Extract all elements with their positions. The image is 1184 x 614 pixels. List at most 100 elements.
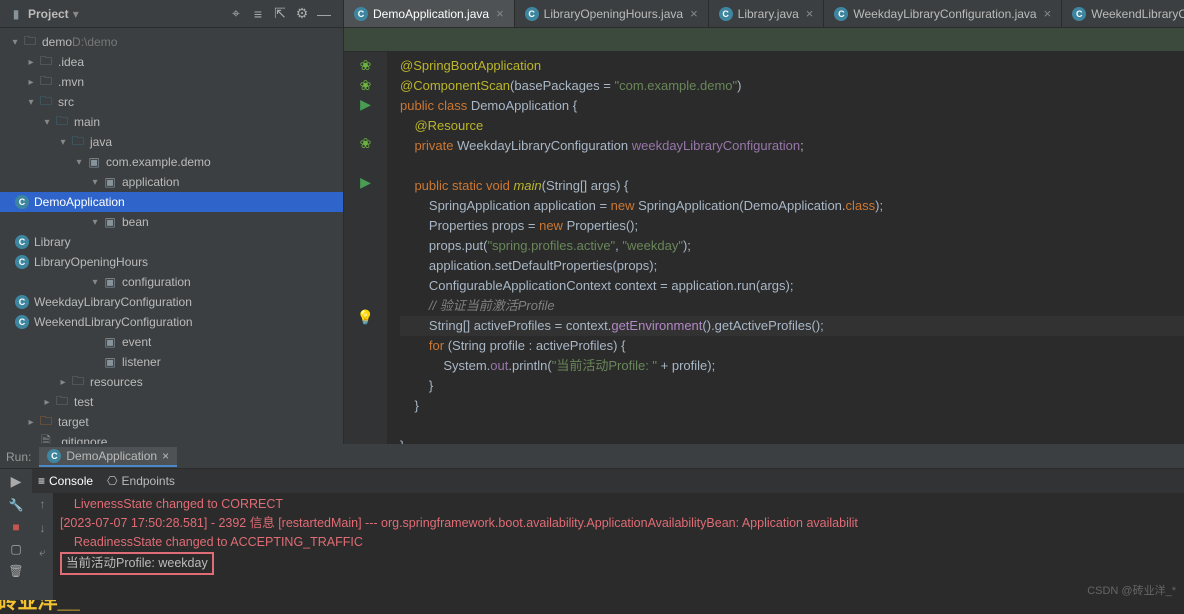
tree-item[interactable]: ▣listener	[0, 352, 343, 372]
tab-icon: ≡	[38, 474, 45, 488]
code-editor[interactable]: @SpringBootApplication@ComponentScan(bas…	[388, 52, 1184, 444]
run-config-tab[interactable]: C DemoApplication ×	[39, 447, 177, 467]
code-line[interactable]: }	[400, 376, 1184, 396]
code-line[interactable]: @Resource	[400, 116, 1184, 136]
editor-tabs[interactable]: CDemoApplication.java×CLibraryOpeningHou…	[344, 0, 1184, 28]
project-tree[interactable]: ▾🗀demo D:\demo▸🗀.idea▸🗀.mvn▾🗀src▾🗀main▾🗀…	[0, 28, 343, 444]
close-icon[interactable]: ×	[162, 449, 169, 463]
close-icon[interactable]: ×	[496, 6, 504, 21]
code-line[interactable]: ConfigurableApplicationContext context =…	[400, 276, 1184, 296]
tree-item[interactable]: ▸🗀.idea	[0, 52, 343, 72]
folder-icon: 🗀	[22, 34, 38, 50]
select-opened-icon[interactable]: ⌖	[228, 6, 244, 22]
down-icon[interactable]: ↓	[40, 521, 46, 535]
close-icon[interactable]: ×	[690, 6, 698, 21]
editor-tab[interactable]: CWeekdayLibraryConfiguration.java×	[824, 0, 1062, 27]
tree-arrow-icon[interactable]: ▾	[88, 277, 102, 288]
code-line[interactable]: @ComponentScan(basePackages = "com.examp…	[400, 76, 1184, 96]
run-gutter-icon[interactable]: ▶	[360, 174, 371, 191]
folder-icon: 🗀	[38, 54, 54, 70]
gear-icon[interactable]: ⚙	[294, 6, 310, 22]
code-line[interactable]: String[] activeProfiles = context.getEnv…	[400, 316, 1184, 336]
code-line[interactable]: public static void main(String[] args) {	[400, 176, 1184, 196]
code-line[interactable]: System.out.println("当前活动Profile: " + pro…	[400, 356, 1184, 376]
code-line[interactable]: Properties props = new Properties();	[400, 216, 1184, 236]
up-icon[interactable]: ↑	[40, 497, 46, 511]
tree-arrow-icon[interactable]: ▾	[88, 177, 102, 188]
stop-icon[interactable]: ■	[12, 520, 19, 534]
run-icon[interactable]: ▶	[11, 473, 22, 490]
console-tabs[interactable]: ≡Console ⎔Endpoints	[32, 469, 1184, 493]
project-header[interactable]: ▮ Project ▾ ⌖ ≡ ⇱ ⚙ —	[0, 0, 343, 28]
code-line[interactable]: public class DemoApplication {	[400, 96, 1184, 116]
code-line[interactable]: }	[400, 396, 1184, 416]
tree-item[interactable]: 🗎.gitignore	[0, 432, 343, 444]
code-line[interactable]	[400, 416, 1184, 436]
code-line[interactable]: for (String profile : activeProfiles) {	[400, 336, 1184, 356]
tree-arrow-icon[interactable]: ▾	[88, 217, 102, 228]
bulb-icon[interactable]: 💡	[357, 309, 374, 326]
tree-arrow-icon[interactable]: ▸	[56, 377, 70, 388]
tree-item[interactable]: ▸🗀resources	[0, 372, 343, 392]
code-line[interactable]: // 验证当前激活Profile	[400, 296, 1184, 316]
tree-arrow-icon[interactable]: ▸	[24, 77, 38, 88]
tree-item[interactable]: ▣event	[0, 332, 343, 352]
close-icon[interactable]: ×	[806, 6, 814, 21]
console-output[interactable]: LivenessState changed to CORRECT[2023-07…	[54, 493, 1184, 600]
code-line[interactable]: application.setDefaultProperties(props);	[400, 256, 1184, 276]
tree-label: .mvn	[58, 75, 84, 89]
editor-tab[interactable]: CDemoApplication.java×	[344, 0, 515, 27]
tree-item[interactable]: CLibrary	[0, 232, 343, 252]
hide-icon[interactable]: —	[316, 6, 332, 22]
tree-arrow-icon[interactable]: ▾	[8, 37, 22, 48]
editor-tab[interactable]: CLibrary.java×	[709, 0, 825, 27]
tree-item[interactable]: ▾▣application	[0, 172, 343, 192]
editor-tab[interactable]: CWeekendLibraryConfiguration.java×	[1062, 0, 1184, 27]
tree-arrow-icon[interactable]: ▾	[40, 117, 54, 128]
tree-item[interactable]: CWeekdayLibraryConfiguration	[0, 292, 343, 312]
chevron-down-icon[interactable]: ▾	[73, 7, 79, 21]
tree-arrow-icon[interactable]: ▾	[72, 157, 86, 168]
tree-arrow-icon[interactable]: ▸	[24, 417, 38, 428]
package-icon: ▣	[102, 334, 118, 350]
tree-item[interactable]: ▾🗀java	[0, 132, 343, 152]
layout-icon[interactable]: ▢	[10, 542, 21, 556]
console-tab[interactable]: ≡Console	[38, 474, 93, 488]
tree-item[interactable]: ▾▣com.example.demo	[0, 152, 343, 172]
code-line[interactable]	[400, 156, 1184, 176]
wrap-icon[interactable]: ⤶	[39, 545, 46, 560]
close-icon[interactable]: ×	[1044, 6, 1052, 21]
tree-item[interactable]: ▸🗀test	[0, 392, 343, 412]
tree-item[interactable]: ▾🗀src	[0, 92, 343, 112]
tree-item[interactable]: ▾🗀main	[0, 112, 343, 132]
code-line[interactable]: }	[400, 436, 1184, 444]
code-line[interactable]: private WeekdayLibraryConfiguration week…	[400, 136, 1184, 156]
tree-item[interactable]: ▾🗀demo D:\demo	[0, 32, 343, 52]
tree-item[interactable]: ▾▣bean	[0, 212, 343, 232]
tree-item[interactable]: CWeekendLibraryConfiguration	[0, 312, 343, 332]
tree-label: main	[74, 115, 100, 129]
wrench-icon[interactable]: 🔧	[9, 498, 24, 512]
tree-item[interactable]: ▾▣configuration	[0, 272, 343, 292]
spring-gutter-icon[interactable]: ❀	[360, 135, 372, 152]
tree-item[interactable]: ▸🗀.mvn	[0, 72, 343, 92]
run-gutter-icon[interactable]: ▶	[360, 96, 371, 113]
editor-tab[interactable]: CLibraryOpeningHours.java×	[515, 0, 709, 27]
tree-arrow-icon[interactable]: ▾	[24, 97, 38, 108]
expand-icon[interactable]: ≡	[250, 6, 266, 22]
code-line[interactable]: props.put("spring.profiles.active", "wee…	[400, 236, 1184, 256]
spring-gutter-icon[interactable]: ❀	[360, 57, 372, 74]
tree-arrow-icon[interactable]: ▸	[40, 397, 54, 408]
trash-icon[interactable]: 🗑	[8, 564, 23, 578]
editor-gutter[interactable]: ❀ ❀ ▶ ❀ ▶ 💡	[344, 52, 388, 444]
spring-gutter-icon[interactable]: ❀	[360, 77, 372, 94]
collapse-icon[interactable]: ⇱	[272, 6, 288, 22]
code-line[interactable]: @SpringBootApplication	[400, 56, 1184, 76]
code-line[interactable]: SpringApplication application = new Spri…	[400, 196, 1184, 216]
tree-item[interactable]: ▸🗀target	[0, 412, 343, 432]
tree-item[interactable]: CDemoApplication	[0, 192, 343, 212]
tree-arrow-icon[interactable]: ▸	[24, 57, 38, 68]
console-tab[interactable]: ⎔Endpoints	[107, 474, 175, 488]
tree-arrow-icon[interactable]: ▾	[56, 137, 70, 148]
tree-item[interactable]: CLibraryOpeningHours	[0, 252, 343, 272]
